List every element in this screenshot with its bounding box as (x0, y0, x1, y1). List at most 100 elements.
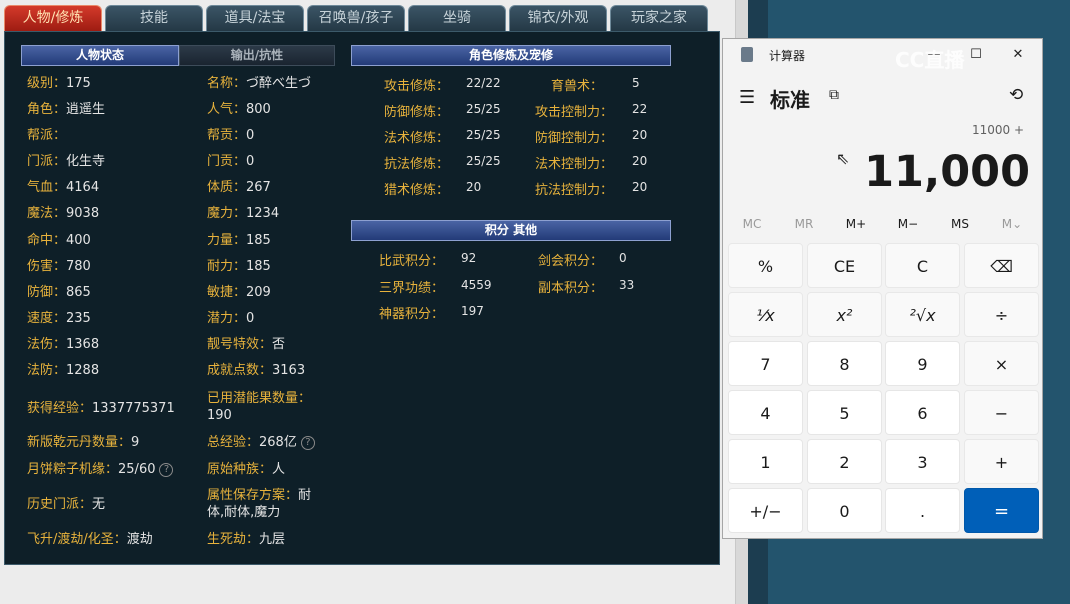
history-icon[interactable]: ⟲ (1009, 85, 1023, 105)
stat-flight: 飞升/渡劫/化圣：渡劫 (27, 532, 153, 547)
help-icon[interactable]: ? (300, 435, 315, 450)
tab-items[interactable]: 道具/法宝 (206, 5, 304, 31)
mode-title: 标准 (770, 88, 810, 112)
digit-7-button[interactable]: 7 (728, 341, 803, 386)
stat-role: 角色：逍遥生 (27, 102, 106, 117)
stat-defense: 防御：865 (27, 285, 91, 300)
stat-mp: 魔法：9038 (27, 206, 100, 221)
tab-summons[interactable]: 召唤兽/孩子 (307, 5, 405, 31)
digit-0-button[interactable]: 0 (807, 488, 882, 533)
header-points: 积分 其他 (351, 220, 671, 241)
cultivation-label: 抗法修炼： (384, 157, 450, 172)
result-display: 11,000 (864, 147, 1030, 197)
cultivation-value: 22/22 (466, 76, 501, 90)
memory-clear-button[interactable]: MC (726, 217, 778, 231)
stat-endurance: 耐力：185 (207, 259, 271, 274)
points-label: 比武积分： (379, 254, 445, 269)
hamburger-menu-icon[interactable]: ☰ (739, 87, 755, 108)
points-value: 197 (461, 304, 484, 318)
stat-popularity: 人气：800 (207, 102, 271, 117)
percent-button[interactable]: % (728, 243, 803, 288)
points-value: 92 (461, 251, 477, 265)
stat-level: 级别：175 (27, 76, 91, 91)
memory-subtract-button[interactable]: M− (882, 217, 934, 231)
stat-school-contrib: 门贡：0 (207, 154, 255, 169)
stat-potion-count: 已用潜能果数量： 190 (207, 391, 312, 423)
stat-guild: 帮派： (27, 128, 67, 143)
points-value: 4559 (461, 278, 492, 292)
stat-race: 原始种族：人 (207, 462, 286, 477)
stat-exp: 获得经验：1337775371 (27, 401, 175, 416)
square-root-button[interactable]: ²√x (885, 292, 960, 337)
stat-damage: 伤害：780 (27, 259, 91, 274)
stat-agility: 敏捷：209 (207, 285, 271, 300)
stat-constitution: 体质：267 (207, 180, 271, 195)
tab-skills[interactable]: 技能 (105, 5, 203, 31)
subtract-button[interactable]: − (964, 390, 1039, 435)
close-icon[interactable]: ✕ (1003, 39, 1033, 71)
expression-display: 11000 + (971, 123, 1024, 137)
pet-value: 22 (632, 102, 648, 116)
cultivation-value: 20 (466, 180, 482, 194)
digit-9-button[interactable]: 9 (885, 341, 960, 386)
memory-recall-button[interactable]: MR (778, 217, 830, 231)
stat-magic: 魔力：1234 (207, 206, 280, 221)
digit-8-button[interactable]: 8 (807, 341, 882, 386)
square-button[interactable]: x² (807, 292, 882, 337)
points-label: 剑会积分： (538, 254, 604, 269)
digit-4-button[interactable]: 4 (728, 390, 803, 435)
equals-button[interactable]: = (964, 488, 1039, 533)
digit-6-button[interactable]: 6 (885, 390, 960, 435)
header-output-resist[interactable]: 输出/抗性 (179, 45, 335, 66)
multiply-button[interactable]: × (964, 341, 1039, 386)
reciprocal-button[interactable]: ⅟x (728, 292, 803, 337)
stat-history-school: 历史门派：无 (27, 497, 106, 512)
memory-list-button[interactable]: M⌄ (986, 217, 1038, 231)
cultivation-label: 攻击修炼： (384, 79, 450, 94)
header-character-status[interactable]: 人物状态 (21, 45, 179, 66)
add-button[interactable]: + (964, 439, 1039, 484)
keep-on-top-icon[interactable]: ⧉ (829, 87, 839, 103)
help-icon[interactable]: ? (159, 462, 174, 477)
pet-value: 20 (632, 180, 648, 194)
cultivation-value: 25/25 (466, 154, 501, 168)
cultivation-label: 猎术修炼： (384, 183, 450, 198)
window-title: 计算器 (769, 49, 806, 63)
memory-store-button[interactable]: MS (934, 217, 986, 231)
stat-name: 名称：づ醉べ生づ (207, 76, 312, 91)
divide-button[interactable]: ÷ (964, 292, 1039, 337)
decimal-button[interactable]: . (885, 488, 960, 533)
stat-speed: 速度：235 (27, 311, 91, 326)
cultivation-label: 防御修炼： (384, 105, 450, 120)
tab-outfits[interactable]: 锦衣/外观 (509, 5, 607, 31)
points-label: 副本积分： (538, 281, 604, 296)
stat-zongzi: 月饼粽子机缘：25/60? (27, 461, 174, 478)
clear-button[interactable]: C (885, 243, 960, 288)
backspace-button[interactable]: ⌫ (964, 243, 1039, 288)
digit-2-button[interactable]: 2 (807, 439, 882, 484)
stat-guild-contrib: 帮贡：0 (207, 128, 255, 143)
pet-label: 法术控制力： (535, 157, 614, 172)
calculator-window: 计算器 — ☐ ✕ ☰ 标准 ⧉ ⟲ 11000 + 11,000 ⇖ MC M… (722, 38, 1043, 539)
cultivation-value: 25/25 (466, 128, 501, 142)
digit-3-button[interactable]: 3 (885, 439, 960, 484)
negate-button[interactable]: +/− (728, 488, 803, 533)
stat-magic-defense: 法防：1288 (27, 363, 100, 378)
stat-strength: 力量：185 (207, 233, 271, 248)
digit-5-button[interactable]: 5 (807, 390, 882, 435)
digit-1-button[interactable]: 1 (728, 439, 803, 484)
pet-value: 5 (632, 76, 640, 90)
pet-value: 20 (632, 154, 648, 168)
cultivation-value: 25/25 (466, 102, 501, 116)
tab-mounts[interactable]: 坐骑 (408, 5, 506, 31)
maximize-icon[interactable]: ☐ (961, 39, 991, 71)
stat-attr-plan: 属性保存方案：耐 体,耐体,魔力 (207, 488, 312, 520)
tab-character[interactable]: 人物/修炼 (4, 5, 102, 31)
pet-label: 育兽术： (551, 79, 604, 94)
memory-add-button[interactable]: M+ (830, 217, 882, 231)
stat-total-exp: 总经验：268亿? (207, 434, 315, 451)
cultivation-label: 法术修炼： (384, 131, 450, 146)
stat-life-death: 生死劫：九层 (207, 532, 286, 547)
tab-player-home[interactable]: 玩家之家 (610, 5, 708, 31)
clear-entry-button[interactable]: CE (807, 243, 882, 288)
